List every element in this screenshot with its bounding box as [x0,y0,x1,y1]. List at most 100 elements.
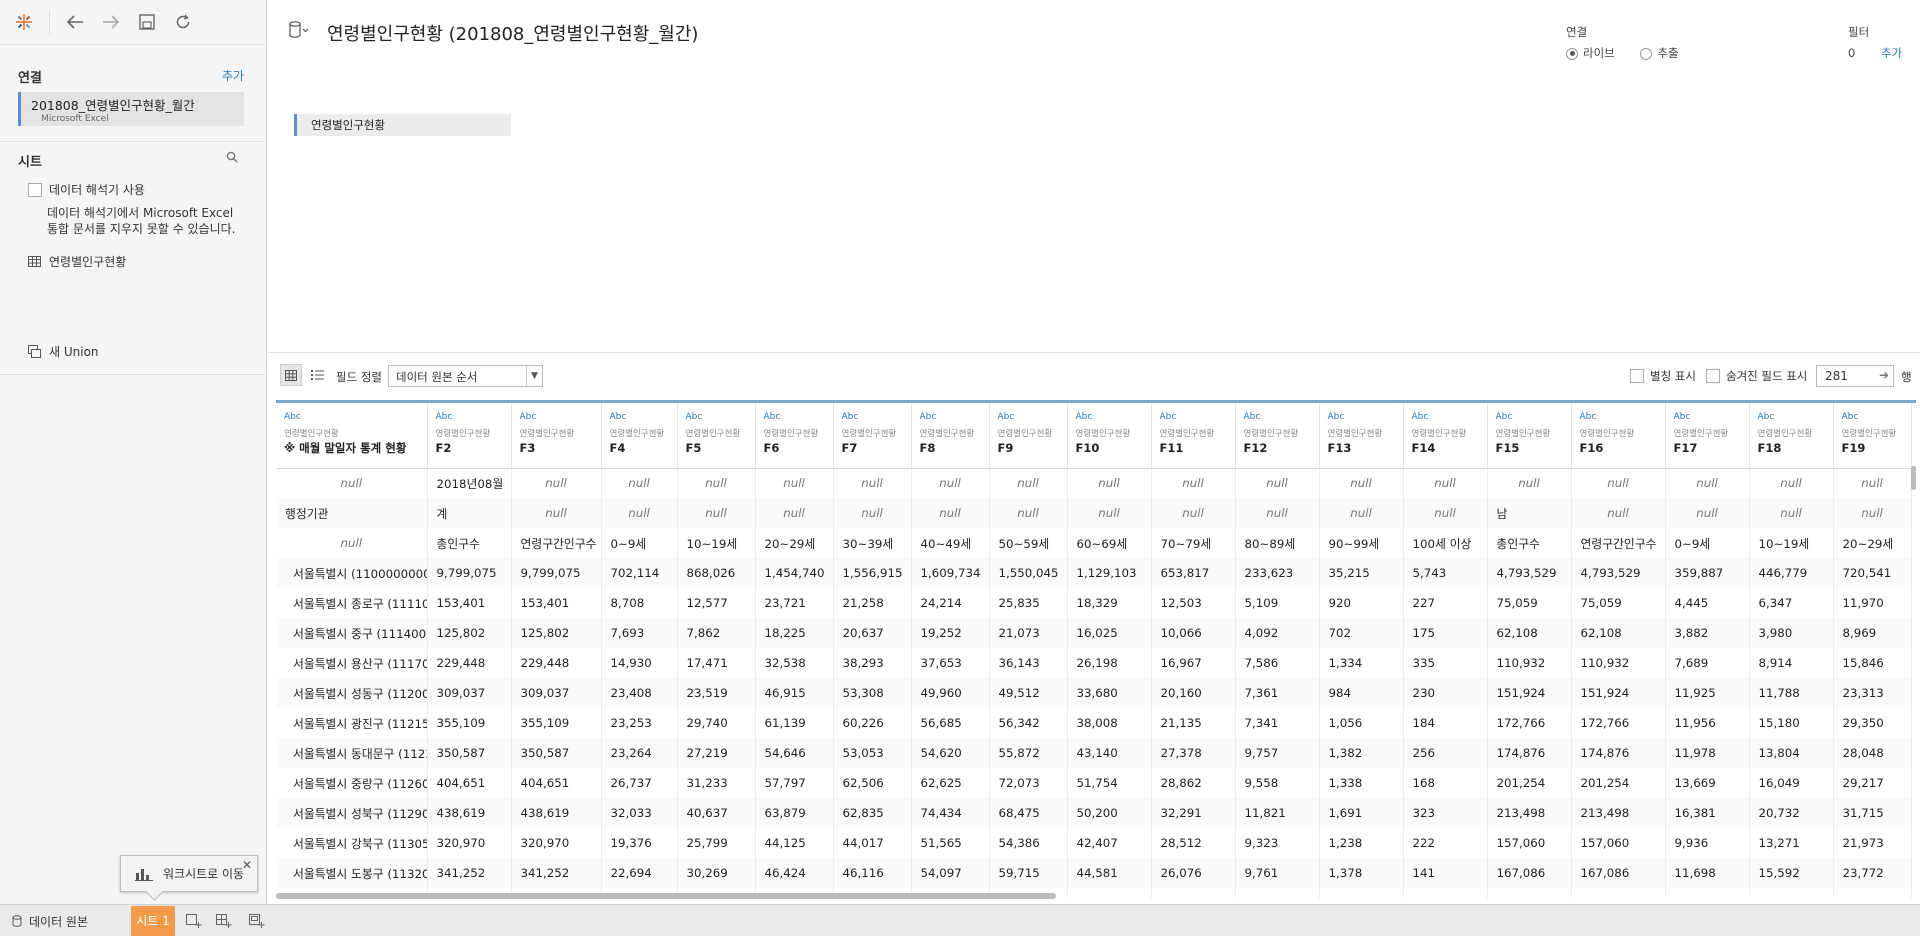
show-aliases-toggle[interactable]: 별칭 표시 [1630,368,1696,384]
string-type-icon[interactable]: Abc [284,411,419,424]
column-header[interactable]: Abc 연령별인구현황 F11 [1151,403,1236,469]
new-dashboard-icon[interactable] [212,909,236,933]
new-union-item[interactable]: 새 Union [28,343,99,360]
column-header[interactable]: Abc 연령별인구현황 F6 [755,403,834,469]
tab-datasource[interactable]: 데이터 원본 [0,905,130,936]
sheet-item[interactable]: 연령별인구현황 [28,253,126,270]
string-type-icon[interactable]: Abc [1076,411,1143,424]
column-source-label: 연령별인구현황 [1495,429,1551,439]
table-cell: null [1403,468,1488,498]
table-cell: 9,799,075 [427,558,512,588]
new-story-icon[interactable] [245,909,269,933]
column-header[interactable]: Abc 연령별인구현황 F2 [427,403,512,469]
string-type-icon[interactable]: Abc [1580,411,1657,424]
column-header[interactable]: Abc 연령별인구현황 F12 [1235,403,1320,469]
string-type-icon[interactable]: Abc [1244,411,1311,424]
string-type-icon[interactable]: Abc [764,411,825,424]
column-header[interactable]: Abc 연령별인구현황 F18 [1749,403,1834,469]
connection-name: 201808_연령별인구현황_월간 [31,98,195,113]
string-type-icon[interactable]: Abc [686,411,747,424]
table-cell: null [755,498,834,528]
arrow-right-icon[interactable]: ➜ [1879,368,1889,382]
column-header[interactable]: Abc 연령별인구현황 F3 [511,403,602,469]
string-type-icon[interactable]: Abc [1496,411,1563,424]
string-type-icon[interactable]: Abc [1842,411,1903,424]
table-cell: 172,766 [1571,708,1666,738]
string-type-icon[interactable]: Abc [1758,411,1825,424]
extract-radio[interactable] [1640,47,1653,60]
table-cell: null [1067,498,1152,528]
string-type-icon[interactable]: Abc [520,411,593,424]
extract-option[interactable]: 추출 [1640,46,1679,60]
add-connection-link[interactable]: 추가 [222,67,244,84]
table-cell: null [911,498,990,528]
column-header[interactable]: Abc 연령별인구현황 F7 [833,403,912,469]
column-header[interactable]: Abc 연령별인구현황 ※ 매월 말일자 통계 현황 [276,403,428,469]
table-cell: null [1749,468,1834,498]
horizontal-scrollbar[interactable] [276,893,1056,899]
rows-input[interactable]: 281 ➜ [1816,365,1894,387]
show-hidden-checkbox[interactable] [1706,369,1720,383]
column-header[interactable]: Abc 연령별인구현황 F5 [677,403,756,469]
column-header[interactable]: Abc 연령별인구현황 F9 [989,403,1068,469]
column-header[interactable]: Abc 연령별인구현황 F16 [1571,403,1666,469]
string-type-icon[interactable]: Abc [1674,411,1741,424]
table-cell: 157,060 [1571,828,1666,858]
vertical-scrollbar[interactable] [1911,466,1916,490]
string-type-icon[interactable]: Abc [998,411,1059,424]
string-type-icon[interactable]: Abc [436,411,503,424]
string-type-icon[interactable]: Abc [920,411,981,424]
refresh-icon[interactable] [172,11,194,33]
sheet-search-icon[interactable] [226,151,238,167]
interpreter-checkbox[interactable] [28,182,42,197]
save-icon[interactable] [136,11,158,33]
tableau-data-source-page: 연결 추가 201808_연령별인구현황_월간 Microsoft Excel … [0,0,1920,936]
live-radio[interactable] [1566,47,1578,60]
new-worksheet-icon[interactable] [182,909,206,933]
table-cell: 355,109 [427,708,512,738]
tableau-logo-icon[interactable] [13,11,35,33]
show-aliases-label: 별칭 표시 [1650,369,1696,383]
column-header[interactable]: Abc 연령별인구현황 F4 [601,403,678,469]
table-cell: 50~59세 [989,528,1068,558]
table-cell: null [989,468,1068,498]
string-type-icon[interactable]: Abc [1160,411,1227,424]
column-header[interactable]: Abc 연령별인구현황 F17 [1665,403,1750,469]
canvas-table-chip[interactable]: 연령별인구현황 [294,114,511,136]
column-header[interactable]: Abc 연령별인구현황 F19 [1833,403,1912,469]
connection-item[interactable]: 201808_연령별인구현황_월간 Microsoft Excel [18,92,244,126]
column-header[interactable]: Abc 연령별인구현황 F8 [911,403,990,469]
list-view-button[interactable] [306,364,328,386]
back-arrow-icon[interactable] [64,11,86,33]
column-header[interactable]: Abc 연령별인구현황 F10 [1067,403,1152,469]
table-cell: 서울특별시 중랑구 (1126000000) [276,768,428,798]
sort-fields-select[interactable]: 데이터 원본 순서 ▼ [388,365,543,387]
string-type-icon[interactable]: Abc [1412,411,1479,424]
table-cell: 서울특별시 중구 (1114000000) [276,618,428,648]
column-header[interactable]: Abc 연령별인구현황 F15 [1487,403,1572,469]
interpreter-toggle[interactable]: 데이터 해석기 사용 [28,181,145,198]
string-type-icon[interactable]: Abc [610,411,669,424]
forward-arrow-icon[interactable] [100,11,122,33]
table-cell: 153,401 [427,588,512,618]
column-header[interactable]: Abc 연령별인구현황 F13 [1319,403,1404,469]
live-option[interactable]: 라이브 [1566,46,1615,60]
datasource-icon[interactable] [288,20,310,42]
table-cell: 20,732 [1749,798,1834,828]
table-cell: 227 [1403,588,1488,618]
tab-sheet-1[interactable]: 시트 1 [131,906,175,936]
table-row: 서울특별시 동대문구 (1123000000)350,587350,58723,… [276,738,1912,768]
string-type-icon[interactable]: Abc [1328,411,1395,424]
string-type-icon[interactable]: Abc [842,411,903,424]
goto-worksheet-tooltip[interactable]: 워크시트로 이동 ✕ [120,855,258,892]
connection-type: Microsoft Excel [41,114,109,124]
close-icon[interactable]: ✕ [242,858,252,872]
show-aliases-checkbox[interactable] [1630,369,1644,383]
datasource-title[interactable]: 연령별인구현황 (201808_연령별인구현황_월간) [327,20,698,46]
table-cell: 74,434 [911,798,990,828]
show-hidden-fields-toggle[interactable]: 숨겨진 필드 표시 [1706,368,1807,384]
table-cell: 2018년08월 [427,468,512,498]
column-header[interactable]: Abc 연령별인구현황 F14 [1403,403,1488,469]
grid-view-button[interactable] [280,364,302,386]
add-filter-link[interactable]: 추가 [1881,46,1902,60]
